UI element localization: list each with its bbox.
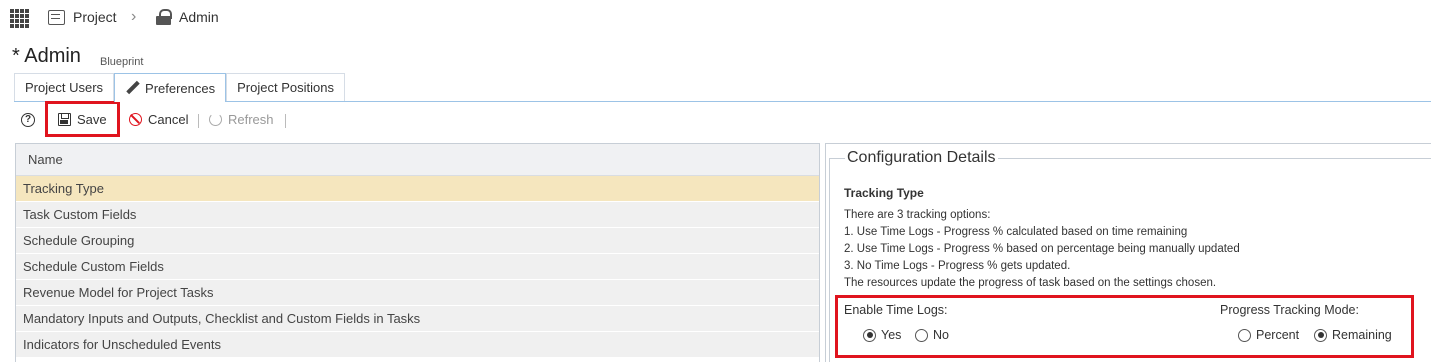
refresh-icon bbox=[209, 113, 222, 126]
config-text-line: The resources update the progress of tas… bbox=[844, 277, 1217, 289]
breadcrumb-separator: › bbox=[131, 8, 137, 25]
tabs-divider bbox=[14, 101, 1431, 102]
radio-time-logs-yes[interactable]: Yes bbox=[863, 328, 901, 342]
page-title: * Admin bbox=[12, 45, 81, 67]
config-text-line: 2. Use Time Logs - Progress % based on p… bbox=[844, 243, 1240, 255]
grid-row[interactable]: Indicators for Unscheduled Events bbox=[16, 332, 819, 358]
tab-project-users[interactable]: Project Users bbox=[14, 73, 115, 101]
tab-project-positions[interactable]: Project Positions bbox=[226, 73, 345, 101]
config-heading: Tracking Type bbox=[844, 186, 924, 200]
grid-row[interactable]: Tracking Type bbox=[16, 176, 819, 202]
cancel-button[interactable]: Cancel bbox=[129, 112, 188, 127]
grid-header-name[interactable]: Name bbox=[16, 144, 819, 176]
toolbar-divider bbox=[285, 114, 286, 128]
grid-row[interactable]: Schedule Grouping bbox=[16, 228, 819, 254]
cancel-icon bbox=[129, 113, 142, 126]
top-bar: Project › Admin bbox=[0, 0, 1431, 37]
breadcrumb-admin-label: Admin bbox=[179, 9, 219, 25]
toolbar-divider bbox=[198, 114, 199, 128]
project-icon bbox=[48, 9, 65, 25]
cancel-label: Cancel bbox=[148, 112, 189, 127]
lock-icon bbox=[156, 9, 172, 25]
grid-row[interactable]: Task Custom Fields bbox=[16, 202, 819, 228]
breadcrumb-project-label: Project bbox=[73, 9, 117, 25]
save-label: Save bbox=[77, 111, 107, 127]
tab-label: Project Positions bbox=[237, 80, 334, 95]
radio-checked-icon bbox=[863, 328, 876, 342]
radio-label: Percent bbox=[1256, 328, 1300, 342]
page-subtitle: Blueprint bbox=[100, 56, 144, 68]
tab-bar: Project Users Preferences Project Positi… bbox=[14, 73, 345, 102]
breadcrumb-admin[interactable]: Admin bbox=[156, 9, 219, 25]
refresh-label: Refresh bbox=[228, 112, 274, 127]
configuration-legend: Configuration Details bbox=[845, 149, 998, 167]
tab-label: Preferences bbox=[145, 80, 216, 96]
radio-label: No bbox=[933, 328, 949, 342]
config-text-line: 1. Use Time Logs - Progress % calculated… bbox=[844, 226, 1188, 238]
refresh-button[interactable]: Refresh bbox=[209, 112, 274, 127]
tab-label: Project Users bbox=[25, 80, 104, 95]
tab-preferences[interactable]: Preferences bbox=[114, 73, 227, 102]
radio-label: Remaining bbox=[1332, 328, 1392, 342]
grid-row[interactable]: Mandatory Inputs and Outputs, Checklist … bbox=[16, 306, 819, 332]
radio-unchecked-icon bbox=[1238, 328, 1251, 342]
enable-time-logs-label: Enable Time Logs: bbox=[844, 303, 948, 317]
breadcrumb-project[interactable]: Project bbox=[48, 9, 117, 25]
radio-checked-icon bbox=[1314, 328, 1327, 342]
radio-label: Yes bbox=[881, 328, 902, 342]
config-text-line: There are 3 tracking options: bbox=[844, 209, 991, 221]
preferences-grid: Name Tracking Type Task Custom Fields Sc… bbox=[15, 143, 820, 362]
app-launcher-icon[interactable] bbox=[10, 9, 30, 29]
save-icon bbox=[58, 112, 71, 126]
grid-row[interactable]: Schedule Custom Fields bbox=[16, 254, 819, 280]
radio-mode-remaining[interactable]: Remaining bbox=[1314, 328, 1392, 342]
radio-time-logs-no[interactable]: No bbox=[915, 328, 949, 342]
radio-unchecked-icon bbox=[915, 328, 928, 342]
save-button[interactable]: Save bbox=[45, 101, 120, 137]
progress-tracking-mode-label: Progress Tracking Mode: bbox=[1220, 303, 1359, 317]
help-icon[interactable]: ? bbox=[21, 113, 35, 127]
grid-row[interactable]: Revenue Model for Project Tasks bbox=[16, 280, 819, 306]
pencil-icon bbox=[125, 81, 139, 95]
radio-mode-percent[interactable]: Percent bbox=[1238, 328, 1299, 342]
config-text-line: 3. No Time Logs - Progress % gets update… bbox=[844, 260, 1071, 272]
